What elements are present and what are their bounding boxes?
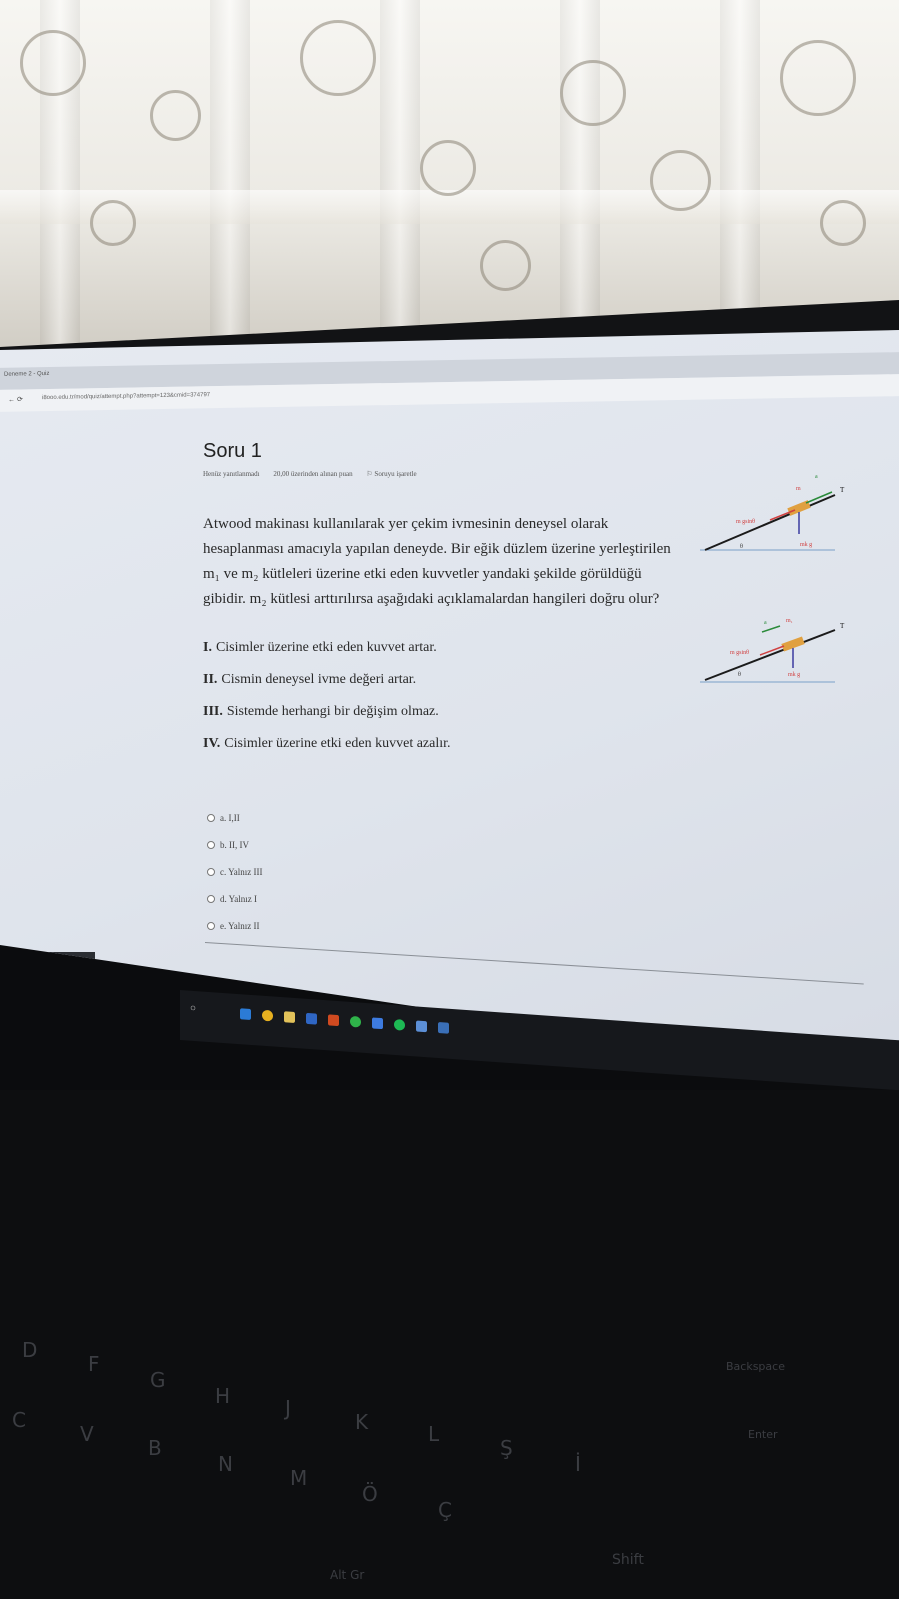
folder-icon[interactable] [284,1011,295,1024]
key[interactable]: K [355,1410,368,1434]
key[interactable]: G [150,1368,166,1392]
sidebar-link[interactable]: Deneme 2 - Bitirilmiş [12,980,67,986]
statements-list: I. Cisimler üzerine etki eden kuvvet arta… [203,640,451,768]
content-divider [204,942,864,985]
svg-text:θ: θ [738,672,741,678]
svg-text:θ: θ [740,544,743,550]
radio-button[interactable] [207,867,215,876]
edge-icon[interactable] [240,1008,251,1020]
key[interactable]: D [22,1338,37,1362]
svg-text:a: a [764,620,767,626]
svg-text:T: T [840,486,845,494]
statement-item: I. Cisimler üzerine etki eden kuvvet arta… [203,640,437,655]
svg-text:T: T [840,622,845,630]
timer-text: Kalan süre 1:10:05 [4,955,72,964]
statement-item: III. Sistemde herhangi bir değişim olmaz. [203,704,439,719]
browser-tab[interactable]: Deneme 2 - Quiz [4,371,49,378]
key[interactable]: F [88,1352,100,1376]
whatsapp-icon[interactable] [350,1015,361,1028]
svg-text:mk g: mk g [788,672,800,678]
key[interactable]: Ç [438,1498,452,1522]
statement-item: II. Cismin deneysel ivme değeri artar. [203,672,417,687]
key[interactable]: Enter [748,1428,778,1441]
key[interactable]: İ [575,1452,581,1476]
radio-button[interactable] [207,921,215,930]
svg-text:m: m [796,486,801,492]
box-icon[interactable] [416,1020,427,1033]
option-a[interactable]: a. I,II [207,804,263,831]
svg-text:mk g: mk g [800,542,812,548]
points-text: 20,00 üzerinden alınan puan [273,470,353,478]
svg-text:a: a [815,474,818,480]
key[interactable]: M [290,1466,307,1490]
radio-button[interactable] [207,813,215,822]
url-text[interactable]: i8ooo.edu.tr/mod/quiz/attempt.php?attemp… [42,392,210,401]
radio-button[interactable] [207,894,215,903]
incline-diagram-top: m gsinθ mk g m T a θ [700,474,845,551]
answer-options: a. I,II b. II, IV c. Yalnız III d. Yalnı… [207,804,263,939]
spotify-icon[interactable] [394,1018,405,1031]
svg-text:m gsinθ: m gsinθ [730,650,749,656]
option-b[interactable]: b. II, IV [207,831,263,858]
question-title: Soru 1 [203,440,262,462]
key[interactable]: Ö [362,1482,378,1506]
office-icon[interactable] [328,1014,339,1027]
key[interactable]: Ş [500,1436,513,1460]
key[interactable]: C [12,1408,26,1432]
key[interactable]: H [215,1384,230,1408]
answer-status: Henüz yanıtlanmadı [203,470,260,478]
timer-panel: Kalan süre 1:10:05 [0,952,95,968]
key[interactable]: Shift [612,1552,644,1568]
curtain-background [0,0,899,360]
laptop-keyboard: D F G H J K L Ş İ C V B N M Ö Ç Shift Al… [0,1090,899,1599]
incline-diagram-bottom: m gsinθ mk g m₁ T a θ [700,618,845,683]
store-icon[interactable] [438,1022,449,1034]
sidebar-link-panel[interactable]: Deneme 2 - Bitirilmiş [0,972,180,998]
svg-text:m gsinθ: m gsinθ [736,519,755,525]
mail-icon[interactable] [306,1012,317,1025]
key[interactable]: Backspace [726,1360,785,1373]
key[interactable]: J [285,1396,291,1420]
key[interactable]: N [218,1452,233,1476]
flag-question-link[interactable]: ⚐ Soruyu işaretle [366,470,428,478]
option-e[interactable]: e. Yalnız II [207,912,263,939]
svg-text:m₁: m₁ [786,618,793,624]
question-text: Atwood makinası kullanılarak yer çekim i… [203,516,671,607]
reload-icon[interactable]: ← ⟳ [8,395,23,403]
key[interactable]: V [80,1422,94,1446]
key[interactable]: Alt Gr [330,1568,364,1582]
key[interactable]: L [428,1422,439,1446]
laptop-screen: Deneme 2 - Quiz ← ⟳ i8ooo.edu.tr/mod/qui… [0,330,899,1078]
option-c[interactable]: c. Yalnız III [207,858,263,885]
statement-item: IV. Cisimler üzerine etki eden kuvvet aza… [203,736,451,751]
key[interactable]: B [148,1436,162,1460]
question-meta: Henüz yanıtlanmadı 20,00 üzerinden alına… [203,470,441,478]
todo-icon[interactable] [372,1017,383,1030]
radio-button[interactable] [207,840,215,849]
chrome-icon[interactable] [262,1009,273,1022]
start-icon[interactable]: ○ [190,1003,196,1014]
option-d[interactable]: d. Yalnız I [207,885,263,912]
